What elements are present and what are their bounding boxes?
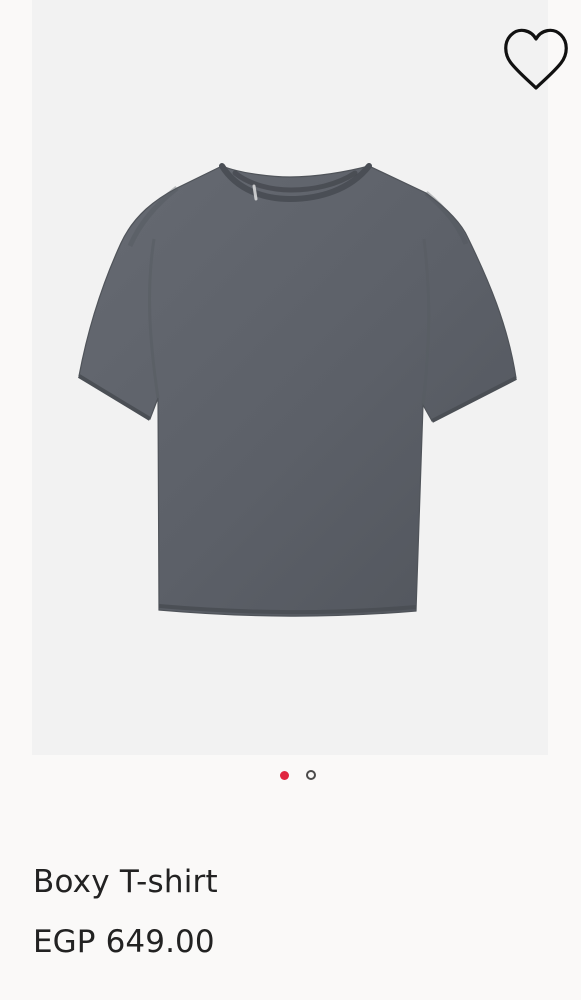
tiny-label [252, 184, 258, 201]
image-carousel-dots[interactable] [0, 764, 581, 786]
product-image-panel[interactable] [32, 0, 568, 755]
price-amount: 649.00 [105, 924, 215, 960]
product-name: Boxy T-shirt [33, 864, 218, 900]
price-currency: EGP [33, 924, 96, 960]
carousel-dot-2[interactable] [305, 770, 316, 780]
product-price: EGP 649.00 [33, 920, 215, 964]
favorite-button[interactable] [494, 22, 578, 98]
carousel-dot-1[interactable] [279, 770, 289, 780]
product-image[interactable] [32, 0, 548, 755]
t-shirt-body [78, 165, 517, 617]
product-page: Boxy T-shirt EGP 649.00 [0, 0, 581, 1000]
heart-icon [504, 28, 568, 90]
